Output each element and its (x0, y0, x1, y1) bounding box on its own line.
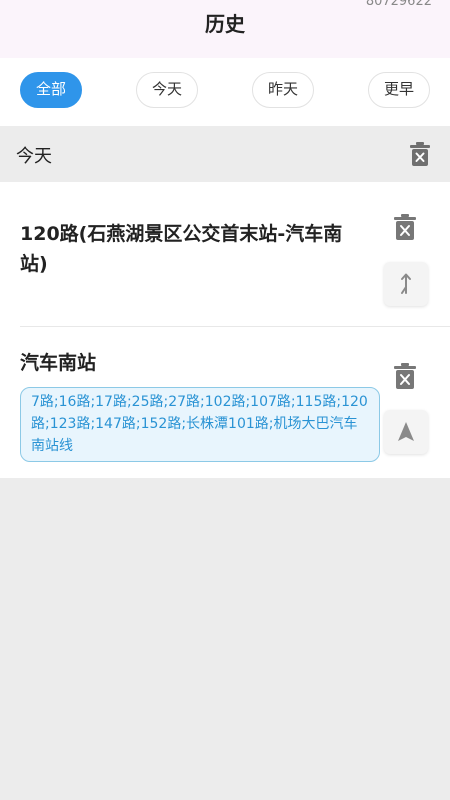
filter-all-chip[interactable]: 全部 (20, 72, 82, 108)
route-direction-button[interactable] (384, 262, 428, 306)
history-screen: 80729622 历史 全部 今天 昨天 更早 今天 120路(石燕湖景区公交首… (0, 0, 450, 800)
routes-list: 7路;16路;17路;25路;27路;102路;107路;115路;120路;1… (20, 387, 380, 462)
navigate-button[interactable] (384, 410, 428, 454)
top-bar: 80729622 历史 (0, 0, 450, 58)
delete-icon[interactable] (394, 363, 416, 389)
filter-bar: 全部 今天 昨天 更早 (0, 58, 450, 126)
section-title: 今天 (16, 146, 52, 167)
delete-icon[interactable] (394, 214, 416, 240)
filter-earlier-chip[interactable]: 更早 (368, 72, 430, 108)
filter-today-chip[interactable]: 今天 (136, 72, 198, 108)
item-title-route[interactable]: 120路(石燕湖景区公交首末站-汽车南站) (20, 219, 365, 279)
clear-section-trash-icon[interactable] (410, 142, 430, 166)
route-direction-icon (401, 273, 411, 294)
section-header-today: 今天 (0, 126, 450, 182)
page-title: 历史 (205, 12, 245, 36)
navigate-arrow-icon (398, 422, 414, 441)
list-divider (20, 326, 450, 327)
filter-yesterday-chip[interactable]: 昨天 (252, 72, 314, 108)
item-title-station[interactable]: 汽车南站 (20, 348, 365, 378)
